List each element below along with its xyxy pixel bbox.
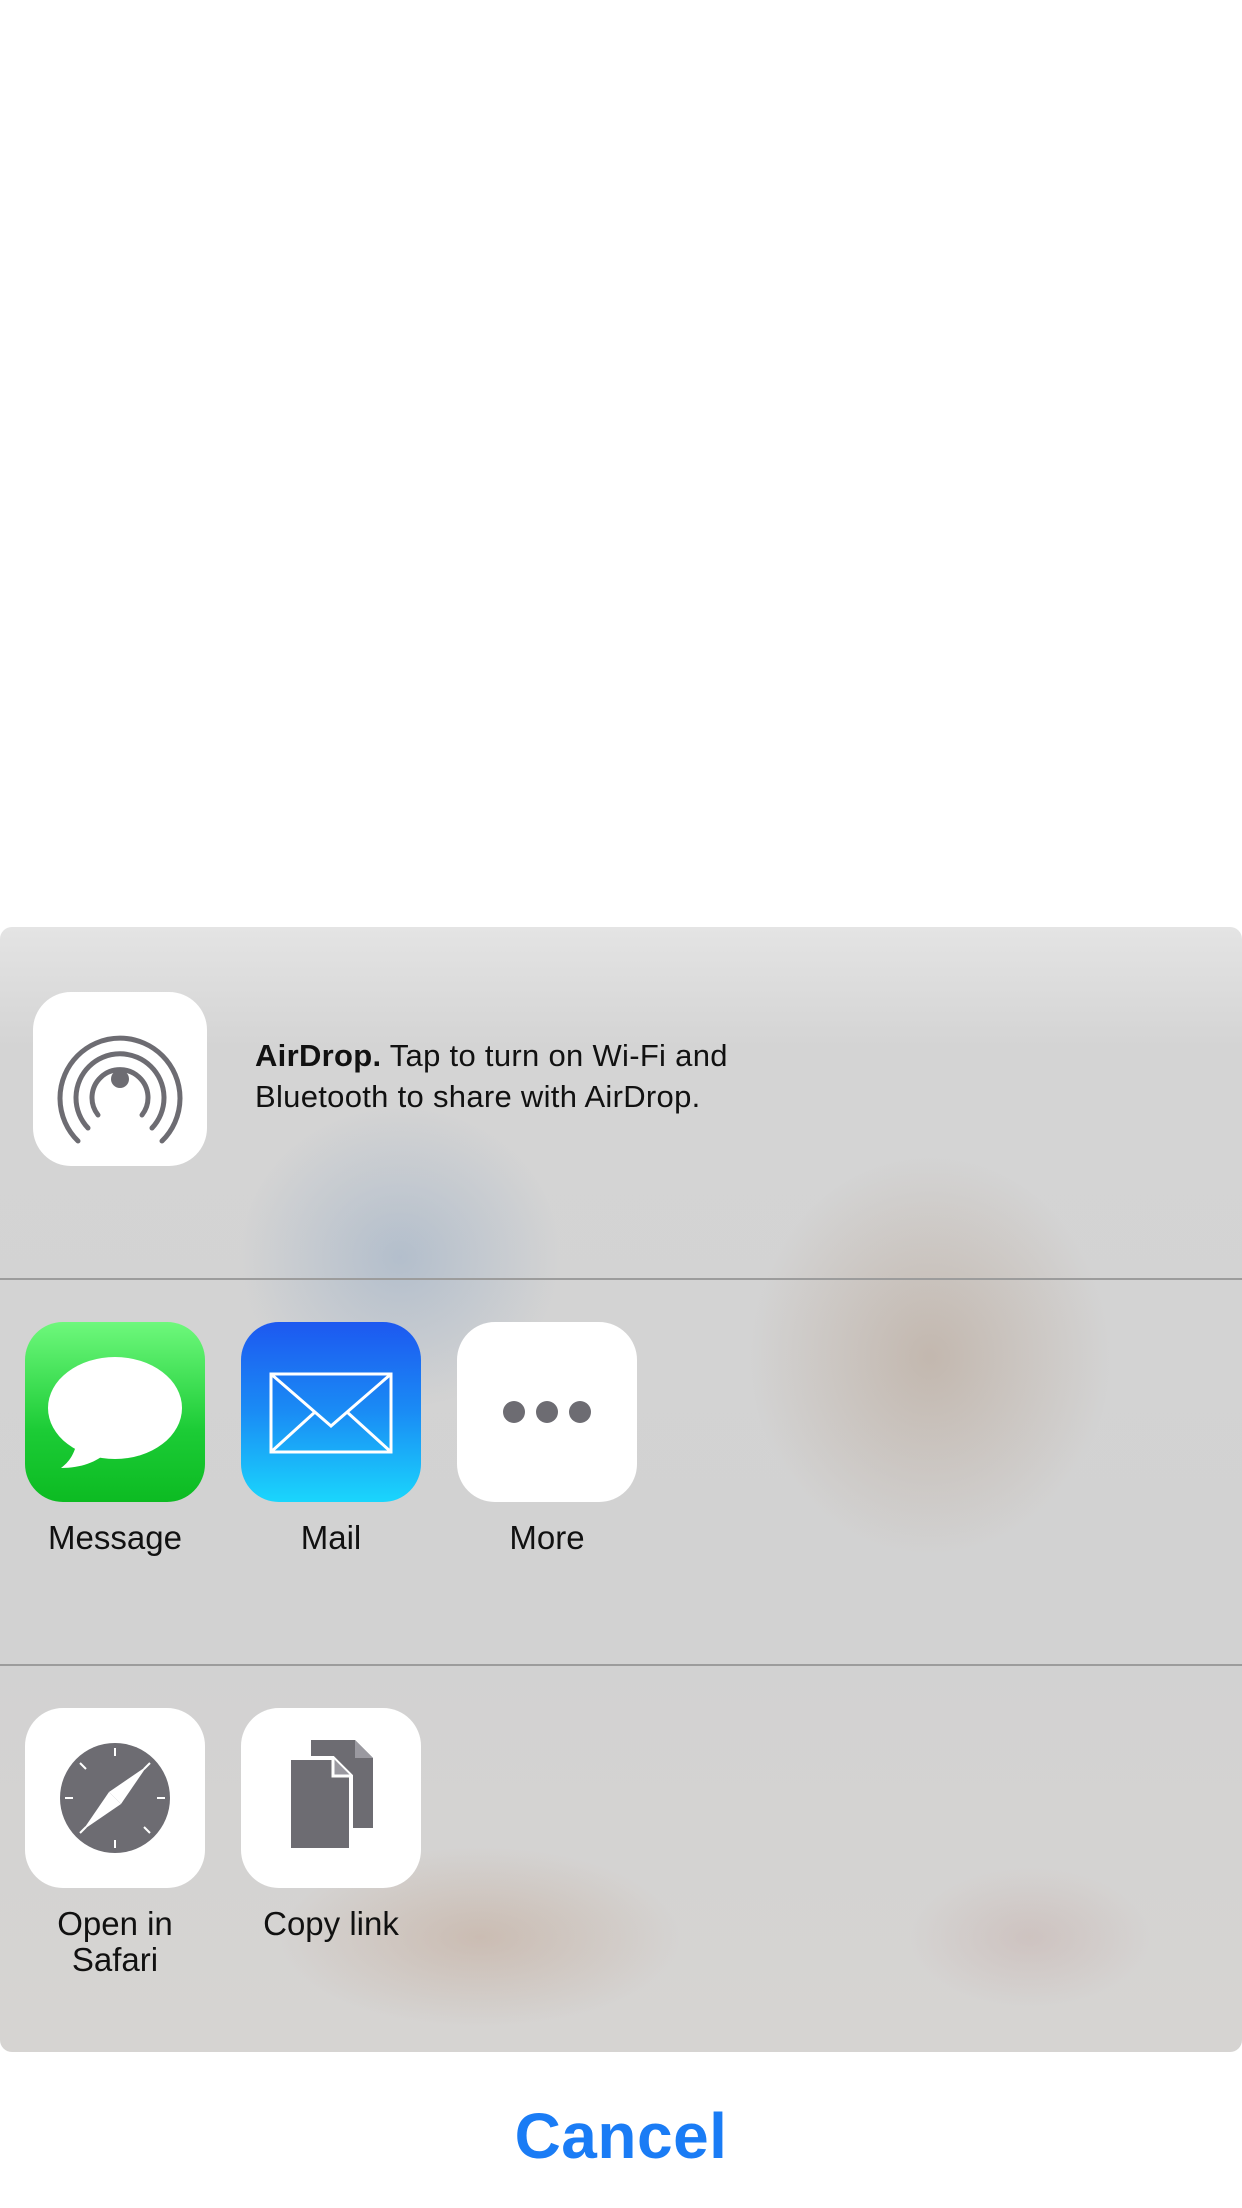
share-app-message[interactable]: Message — [25, 1322, 205, 1556]
safari-compass-icon[interactable] — [25, 1708, 205, 1888]
share-app-more[interactable]: More — [457, 1322, 637, 1556]
airdrop-description: AirDrop. Tap to turn on Wi-Fi and Blueto… — [255, 1035, 855, 1117]
airdrop-icon[interactable] — [33, 992, 207, 1166]
airdrop-section[interactable]: AirDrop. Tap to turn on Wi-Fi and Blueto… — [0, 927, 1242, 1278]
action-label: Copy link — [263, 1905, 399, 1942]
mail-icon[interactable] — [241, 1322, 421, 1502]
share-sheet: AirDrop. Tap to turn on Wi-Fi and Blueto… — [0, 927, 1242, 2052]
share-screen: AirDrop. Tap to turn on Wi-Fi and Blueto… — [0, 0, 1242, 2208]
action-copy-link[interactable]: Copy link — [241, 1708, 421, 1942]
action-label: Open in Safari — [57, 1905, 173, 1978]
airdrop-title: AirDrop. — [255, 1038, 382, 1073]
share-apps-row: Message Mail More — [0, 1280, 1242, 1664]
actions-row: Open in Safari Copy link — [0, 1666, 1242, 2052]
share-app-label: Message — [48, 1519, 182, 1556]
share-app-label: More — [509, 1519, 585, 1556]
share-app-mail[interactable]: Mail — [241, 1322, 421, 1556]
cancel-button[interactable]: Cancel — [0, 2096, 1242, 2176]
action-open-in-safari[interactable]: Open in Safari — [25, 1708, 205, 1978]
copy-document-icon[interactable] — [241, 1708, 421, 1888]
message-icon[interactable] — [25, 1322, 205, 1502]
more-icon[interactable] — [457, 1322, 637, 1502]
share-app-label: Mail — [300, 1519, 362, 1556]
